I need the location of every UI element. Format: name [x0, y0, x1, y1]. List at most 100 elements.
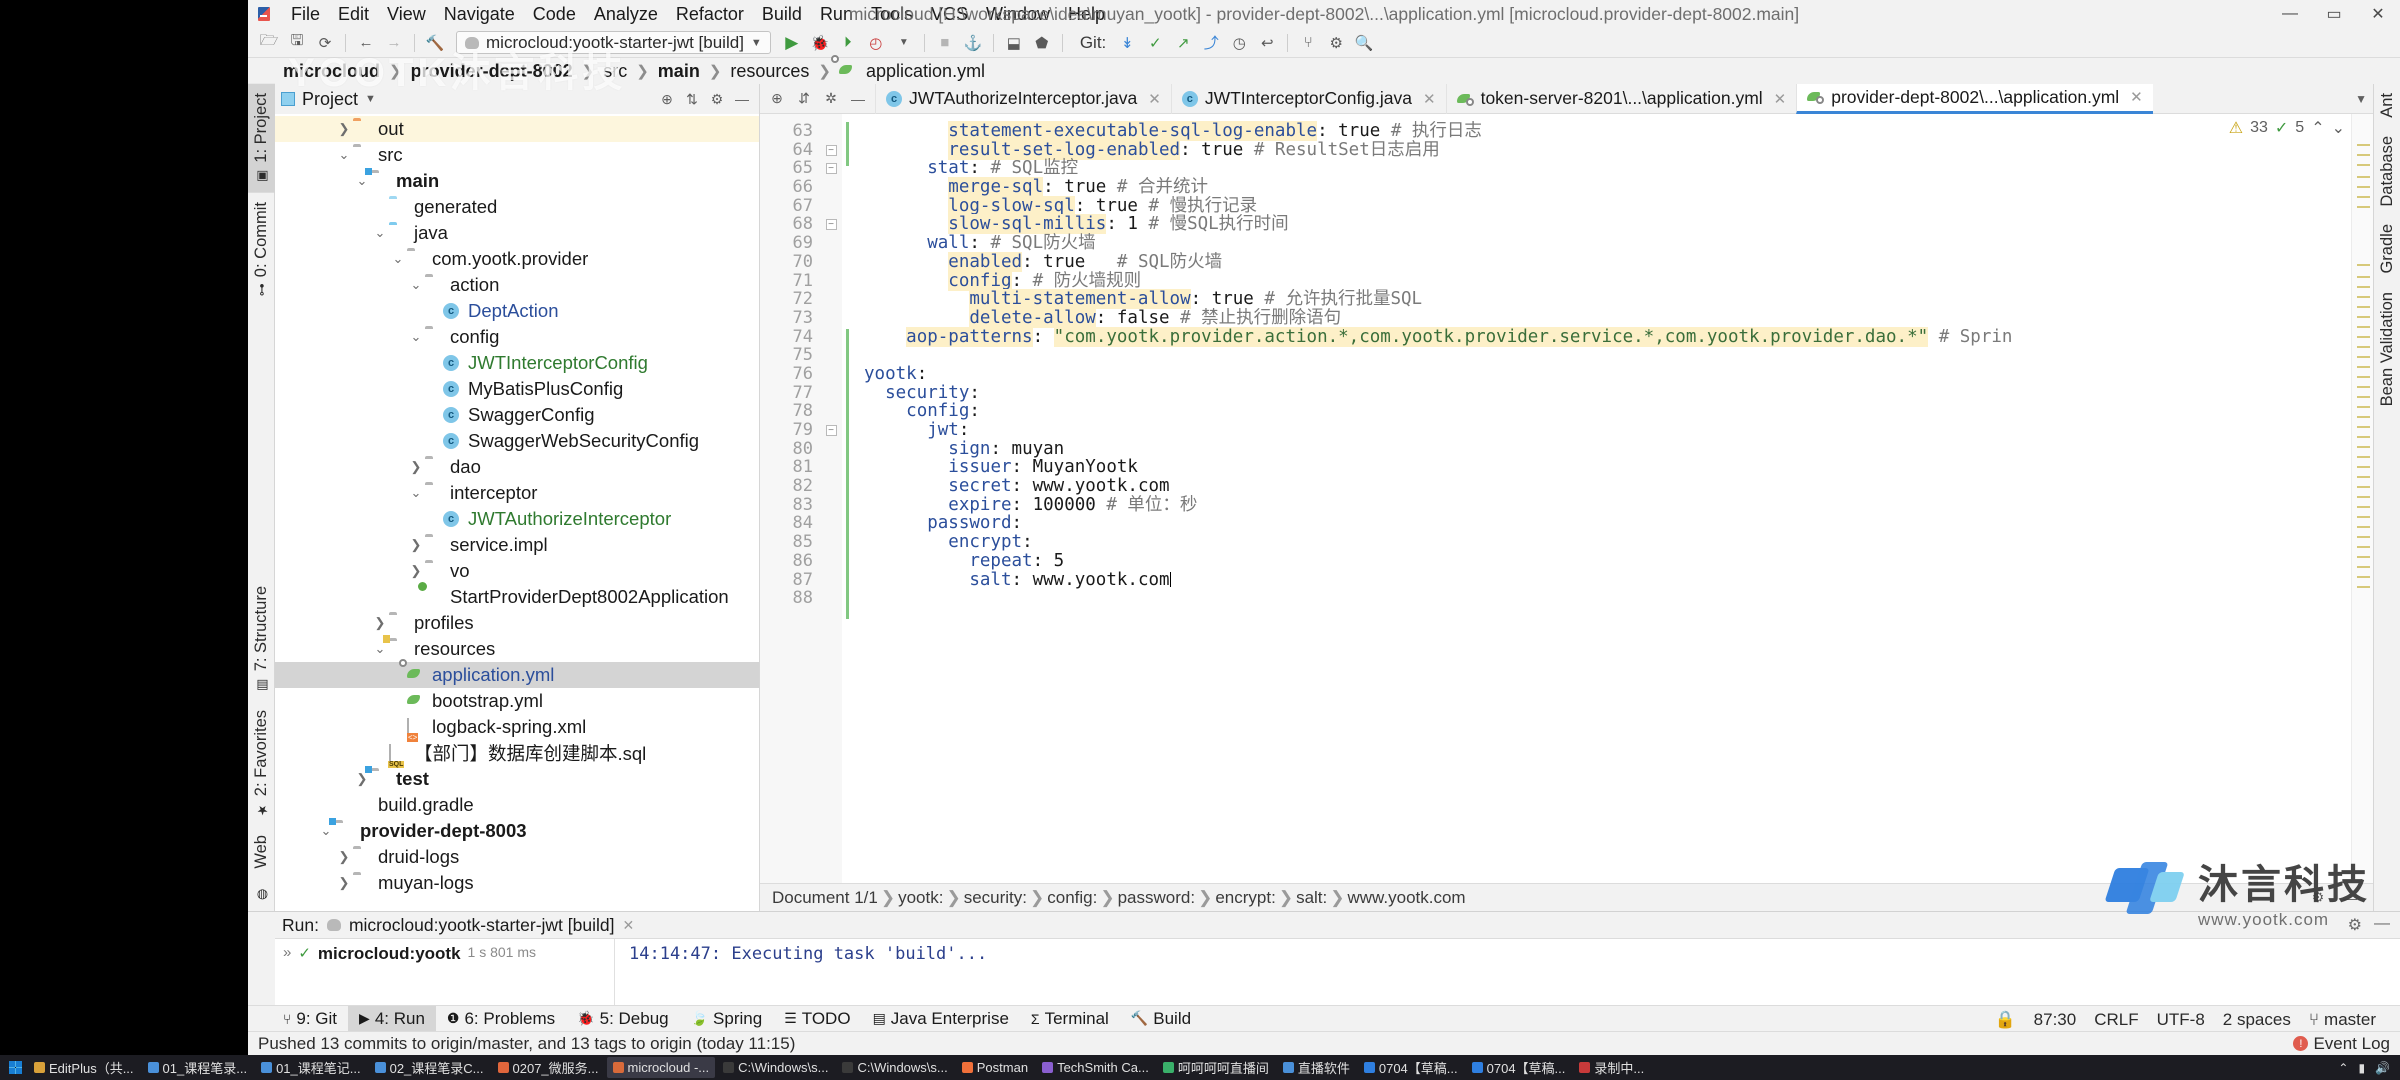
code-line[interactable]: slow-sql-millis: 1 # 慢SQL执行时间: [856, 214, 2351, 235]
run-hide-icon[interactable]: —: [2374, 915, 2390, 935]
git-push-icon[interactable]: ↗: [1170, 31, 1196, 55]
menu-tools[interactable]: Tools: [862, 1, 922, 28]
project-tree[interactable]: ❯ out ⌄ src ⌄ main generated ⌄ java ⌄ com.yootk.pr…: [275, 114, 759, 911]
stripe-tab-ant[interactable]: Ant: [2374, 84, 2400, 127]
tree-node-bootstrap-yml[interactable]: bootstrap.yml: [275, 688, 759, 714]
fold-marker[interactable]: −: [820, 421, 842, 440]
tree-node-service-impl[interactable]: ❯ service.impl: [275, 532, 759, 558]
maximize-button[interactable]: ▭: [2312, 0, 2356, 28]
code-line[interactable]: result-set-log-enabled: true # ResultSet…: [856, 139, 2351, 160]
tree-expand-arrow-icon[interactable]: ❯: [371, 615, 389, 631]
code-line[interactable]: sign: muyan: [856, 439, 2351, 459]
tree-node-main[interactable]: ⌄ main: [275, 168, 759, 194]
fold-marker[interactable]: [820, 253, 842, 272]
attach-icon[interactable]: ⚓: [960, 31, 986, 55]
tree-expand-arrow-icon[interactable]: ⌄: [389, 251, 407, 267]
breadcrumb-provider-dept-8002[interactable]: provider-dept-8002: [406, 60, 578, 83]
error-stripe-tick[interactable]: [2357, 446, 2370, 448]
close-button[interactable]: ✕: [2356, 0, 2400, 28]
tool-tab-java-enterprise[interactable]: ▤ Java Enterprise: [862, 1006, 1020, 1032]
fold-marker[interactable]: −: [820, 159, 842, 178]
open-folder-icon[interactable]: 🗁: [256, 31, 282, 55]
code-line[interactable]: statement-executable-sql-log-enable: tru…: [856, 121, 2351, 141]
docbar-encrypt[interactable]: encrypt:: [1215, 888, 1275, 908]
locate-in-tree-icon[interactable]: ⊕: [766, 88, 788, 110]
editor-tab-1[interactable]: c JWTAuthorizeInterceptor.java ✕: [875, 83, 1171, 114]
code-line[interactable]: repeat: 5: [856, 551, 2351, 571]
taskbar-item-8[interactable]: C:\Windows\s...: [836, 1057, 953, 1078]
code-line[interactable]: yootk:: [856, 365, 2351, 384]
fold-marker[interactable]: [820, 440, 842, 459]
tree-node-mybatisplusconfig[interactable]: c MyBatisPlusConfig: [275, 376, 759, 402]
code-folding-gutter[interactable]: − − − −: [820, 114, 842, 883]
error-stripe-tick[interactable]: [2357, 486, 2370, 488]
indent-setting[interactable]: 2 spaces: [2223, 1010, 2291, 1030]
tree-node-generated[interactable]: generated: [275, 194, 759, 220]
editor-tab-2[interactable]: c JWTInterceptorConfig.java ✕: [1170, 83, 1446, 114]
locate-file-icon[interactable]: ⊕: [656, 88, 678, 110]
start-button-icon[interactable]: [4, 1059, 26, 1077]
code-line[interactable]: password:: [856, 514, 2351, 533]
breadcrumb-main[interactable]: main: [653, 60, 705, 83]
menu-refactor[interactable]: Refactor: [667, 1, 753, 28]
tree-expand-arrow-icon[interactable]: ⌄: [317, 823, 335, 839]
fold-marker[interactable]: [820, 234, 842, 253]
inspection-prev-icon[interactable]: ⌃: [2311, 118, 2324, 138]
editor-error-stripe[interactable]: [2351, 114, 2373, 883]
code-line[interactable]: wall: # SQL防火墙: [856, 234, 2351, 253]
docbar-password[interactable]: password:: [1118, 888, 1195, 908]
error-stripe-tick[interactable]: [2357, 396, 2370, 398]
git-branch-icon[interactable]: ⤴: [1198, 31, 1224, 55]
tree-node-test[interactable]: ❯ test: [275, 766, 759, 792]
editor-tab-4[interactable]: provider-dept-8002\...\application.yml ✕: [1796, 83, 2153, 114]
stripe-tab-project[interactable]: ▣ 1: Project: [247, 84, 275, 193]
vcs-change-marker[interactable]: [846, 329, 849, 619]
docbar-yootk[interactable]: yootk:: [898, 888, 943, 908]
tree-expand-arrow-icon[interactable]: ⌄: [407, 329, 425, 345]
fold-marker[interactable]: [820, 458, 842, 477]
error-stripe-tick[interactable]: [2357, 466, 2370, 468]
forward-arrow-icon[interactable]: →: [381, 31, 407, 55]
tree-expand-arrow-icon[interactable]: ❯: [407, 563, 425, 579]
back-arrow-icon[interactable]: ←: [353, 31, 379, 55]
code-line[interactable]: encrypt:: [856, 533, 2351, 552]
taskbar-item-10[interactable]: TechSmith Ca...: [1036, 1057, 1155, 1078]
tree-expand-arrow-icon[interactable]: ⌄: [371, 225, 389, 241]
fold-marker[interactable]: [820, 346, 842, 365]
structure-icon[interactable]: ⑂: [1295, 31, 1321, 55]
run-config-name[interactable]: microcloud:yootk-starter-jwt [build]: [349, 915, 615, 936]
chevron-down-icon[interactable]: ▼: [751, 37, 762, 49]
docbar-security[interactable]: security:: [964, 888, 1027, 908]
tree-node-profiles[interactable]: ❯ profiles: [275, 610, 759, 636]
fold-marker[interactable]: [820, 365, 842, 384]
search-everywhere-icon[interactable]: 🔍: [1351, 31, 1377, 55]
code-editor[interactable]: ⚠ 33 ✓ 5 ⌃ ⌄ 63 64 65 66 67 68 69 70 71 72 73 74 75 7…: [760, 114, 2373, 883]
fold-marker[interactable]: [820, 309, 842, 328]
menu-run[interactable]: Run: [811, 1, 862, 28]
tree-expand-arrow-icon[interactable]: ❯: [353, 771, 371, 787]
tab-list-chevron-icon[interactable]: ▼: [2355, 92, 2367, 106]
tree-node-swaggerconfig[interactable]: c SwaggerConfig: [275, 402, 759, 428]
stripe-tab-globe[interactable]: ◍: [250, 878, 273, 911]
tree-node-com-yootk-provider[interactable]: ⌄ com.yootk.provider: [275, 246, 759, 272]
editor-tab-close-icon[interactable]: ✕: [2130, 88, 2143, 106]
caret-position[interactable]: 87:30: [2034, 1010, 2077, 1030]
error-stripe-tick[interactable]: [2357, 196, 2370, 198]
error-stripe-tick[interactable]: [2357, 264, 2370, 266]
error-stripe-tick[interactable]: [2357, 186, 2370, 188]
error-stripe-tick[interactable]: [2357, 416, 2370, 418]
error-stripe-tick[interactable]: [2357, 556, 2370, 558]
code-line[interactable]: [856, 346, 2351, 365]
taskbar-item-11[interactable]: 呵呵呵呵直播间: [1157, 1057, 1275, 1078]
code-line[interactable]: jwt:: [856, 421, 2351, 440]
fold-marker[interactable]: [820, 178, 842, 197]
stop-icon[interactable]: ■: [932, 31, 958, 55]
tool-tab-spring[interactable]: 🍃 Spring: [680, 1006, 774, 1032]
editor-tab-close-icon[interactable]: ✕: [1423, 90, 1436, 108]
tool-tab-todo[interactable]: ☰ TODO: [773, 1006, 861, 1032]
menu-code[interactable]: Code: [524, 1, 585, 28]
editor-settings-gear-icon[interactable]: ✲: [820, 88, 842, 110]
code-line[interactable]: issuer: MuyanYootk: [856, 458, 2351, 477]
tree-node-startproviderdept8002application[interactable]: StartProviderDept8002Application: [275, 584, 759, 610]
menu-analyze[interactable]: Analyze: [585, 1, 667, 28]
